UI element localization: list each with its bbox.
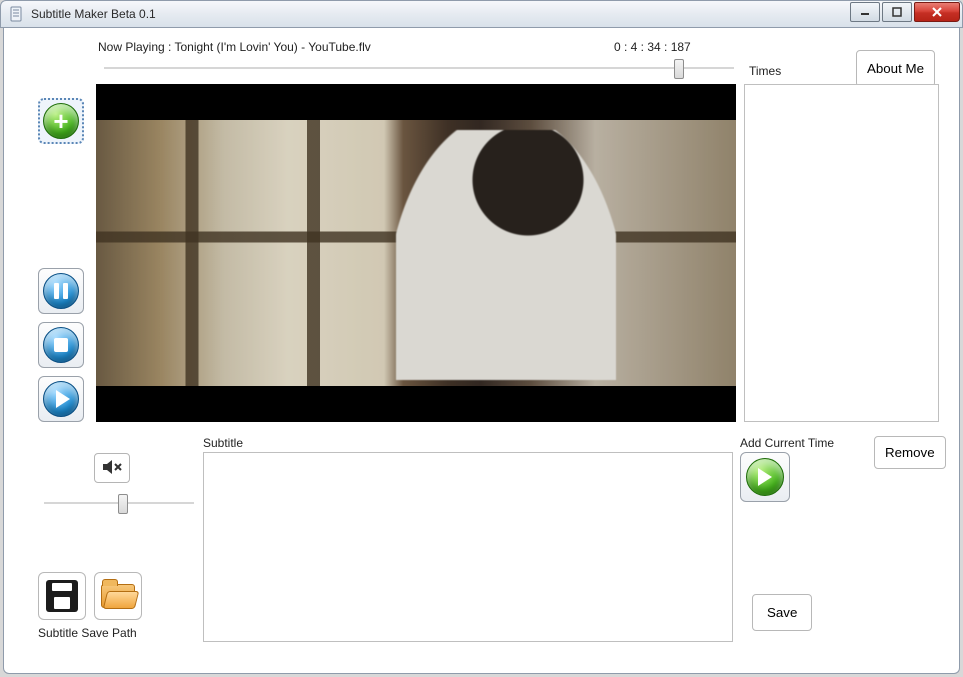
letterbox <box>96 84 736 120</box>
plus-icon: + <box>43 103 79 139</box>
now-playing-label: Now Playing : Tonight (I'm Lovin' You) -… <box>98 40 371 54</box>
video-content <box>396 130 616 380</box>
folder-open-icon <box>101 584 135 608</box>
remove-button[interactable]: Remove <box>874 436 946 469</box>
add-current-time-label: Add Current Time <box>740 436 834 450</box>
save-subtitle-button[interactable] <box>38 572 86 620</box>
about-button[interactable]: About Me <box>856 50 935 87</box>
seek-slider[interactable] <box>104 62 734 74</box>
video-frame <box>96 120 736 386</box>
maximize-button[interactable] <box>882 2 912 22</box>
subtitle-label: Subtitle <box>203 436 243 450</box>
add-button[interactable]: + <box>38 98 84 144</box>
pause-button[interactable] <box>38 268 84 314</box>
video-player[interactable] <box>96 84 736 422</box>
mute-icon <box>102 459 122 478</box>
play-button[interactable] <box>38 376 84 422</box>
save-button[interactable]: Save <box>752 594 812 631</box>
mute-button[interactable] <box>94 453 130 483</box>
window-title: Subtitle Maker Beta 0.1 <box>31 7 156 21</box>
stop-button[interactable] <box>38 322 84 368</box>
seek-track-line <box>104 67 734 69</box>
open-folder-button[interactable] <box>94 572 142 620</box>
subtitle-save-path-label: Subtitle Save Path <box>38 626 137 640</box>
app-icon <box>9 6 25 22</box>
play-icon <box>43 381 79 417</box>
floppy-disk-icon <box>46 580 78 612</box>
letterbox <box>96 386 736 422</box>
arrow-right-icon <box>746 458 784 496</box>
minimize-button[interactable] <box>850 2 880 22</box>
subtitle-textarea[interactable] <box>203 452 733 642</box>
window-titlebar: Subtitle Maker Beta 0.1 <box>0 0 963 28</box>
stop-icon <box>43 327 79 363</box>
pause-icon <box>43 273 79 309</box>
client-area: Now Playing : Tonight (I'm Lovin' You) -… <box>3 28 960 674</box>
volume-thumb[interactable] <box>118 494 128 514</box>
times-listbox[interactable] <box>744 84 939 422</box>
time-readout: 0 : 4 : 34 : 187 <box>614 40 691 54</box>
times-heading: Times <box>749 64 781 78</box>
volume-slider[interactable] <box>44 496 194 510</box>
close-button[interactable] <box>914 2 960 22</box>
seek-thumb[interactable] <box>674 59 684 79</box>
add-current-time-button[interactable] <box>740 452 790 502</box>
